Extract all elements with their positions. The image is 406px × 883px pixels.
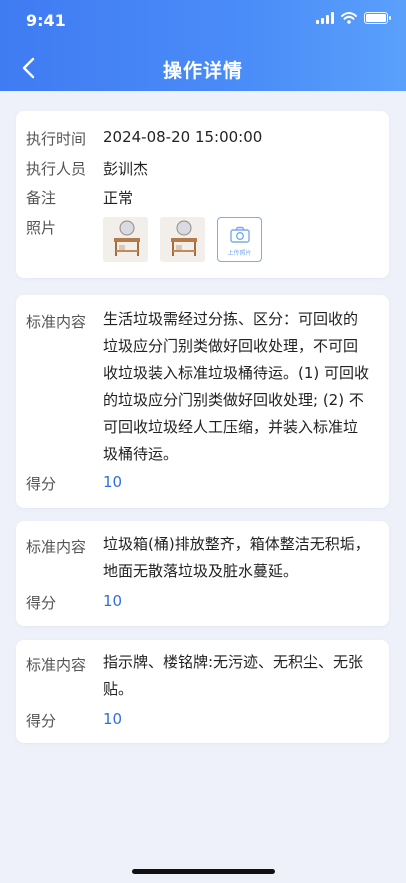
content-label: 标准内容 <box>26 313 87 331</box>
info-card: 执行时间 2024-08-20 15:00:00 执行人员 彭训杰 备注 正常 … <box>16 111 389 278</box>
exec-time-label: 执行时间 <box>26 130 87 148</box>
status-icons <box>316 12 391 24</box>
photo-thumbnail[interactable] <box>103 217 148 262</box>
exec-time-value: 2024-08-20 15:00:00 <box>103 128 263 146</box>
executor-value: 彭训杰 <box>103 160 149 178</box>
page-title: 操作详情 <box>162 60 243 82</box>
standard-card: 标准内容 垃圾箱(桶)排放整齐，箱体整洁无积垢，地面无散落垃圾及脏水蔓延。 得分… <box>16 521 389 626</box>
photo-thumbnail[interactable] <box>160 217 205 262</box>
content-text: 生活垃圾需经过分拣、区分：可回收的垃圾应分门别类做好回收处理，不可回收垃圾装入标… <box>103 310 370 463</box>
content-text: 指示牌、楼铭牌:无污迹、无积尘、无张贴。 <box>103 653 364 698</box>
wifi-icon <box>341 12 357 24</box>
home-indicator[interactable] <box>132 869 275 874</box>
remark-value: 正常 <box>103 189 134 207</box>
score-label: 得分 <box>26 594 57 612</box>
signal-icon <box>316 12 334 24</box>
battery-icon <box>364 12 391 24</box>
score-value: 10 <box>103 710 123 728</box>
executor-label: 执行人员 <box>26 160 87 178</box>
score-label: 得分 <box>26 475 57 493</box>
upload-label: 上传照片 <box>227 250 252 257</box>
content-label: 标准内容 <box>26 538 87 556</box>
standard-card: 标准内容 生活垃圾需经过分拣、区分：可回收的垃圾应分门别类做好回收处理，不可回收… <box>16 295 389 508</box>
header: 9:41 操作详情 <box>0 0 406 91</box>
content-text: 垃圾箱(桶)排放整齐，箱体整洁无积垢，地面无散落垃圾及脏水蔓延。 <box>103 535 370 580</box>
camera-icon <box>230 226 250 243</box>
status-time: 9:41 <box>26 11 66 30</box>
upload-photo-button[interactable]: 上传照片 <box>217 217 262 262</box>
standard-card: 标准内容 指示牌、楼铭牌:无污迹、无积尘、无张贴。 得分 10 <box>16 640 389 743</box>
content-label: 标准内容 <box>26 656 87 674</box>
score-value: 10 <box>103 473 123 491</box>
score-value: 10 <box>103 592 123 610</box>
remark-label: 备注 <box>26 189 57 207</box>
score-label: 得分 <box>26 712 57 730</box>
photo-label: 照片 <box>26 219 57 237</box>
